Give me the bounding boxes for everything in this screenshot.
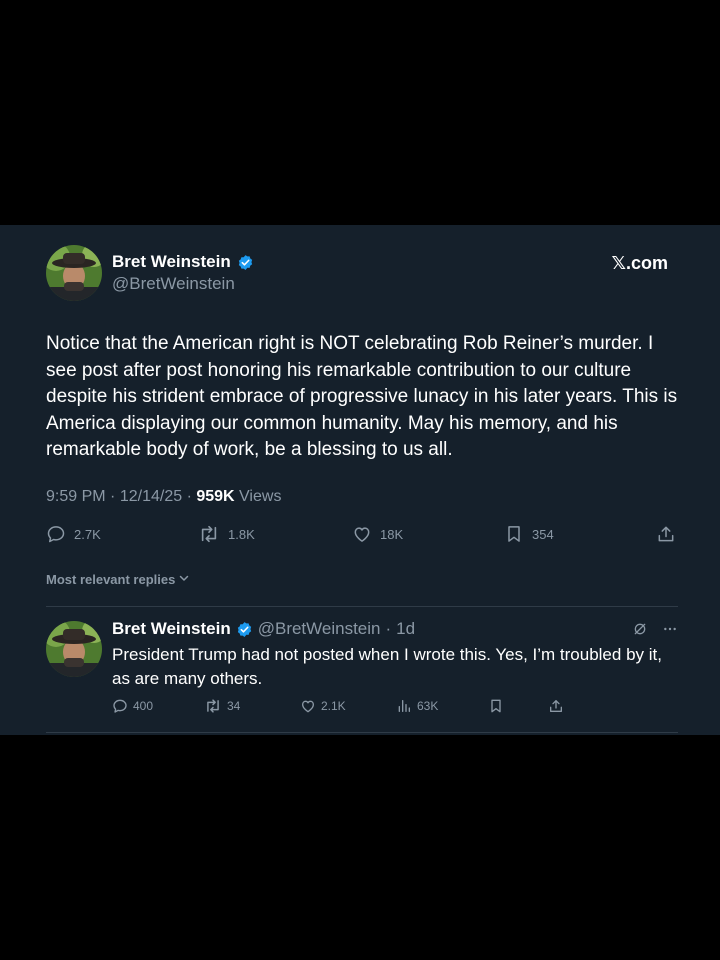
reply-share-button[interactable] [548, 698, 564, 714]
repost-count: 1.8K [228, 526, 255, 542]
reply-views-count: 63K [417, 699, 439, 713]
source-label: 𝕏.com [611, 253, 668, 273]
repost-button[interactable]: 1.8K [198, 524, 255, 544]
repost-icon [198, 524, 220, 544]
verified-badge-icon [237, 254, 254, 271]
reply-bookmark-button[interactable] [488, 698, 504, 714]
meta-separator: · [186, 488, 197, 505]
bookmark-icon [504, 524, 524, 544]
like-count: 18K [380, 526, 404, 542]
reply-repost-count: 34 [227, 699, 241, 713]
reply-age[interactable]: 1d [396, 619, 415, 639]
views-chart-icon [396, 698, 412, 714]
meta-separator: · [385, 619, 392, 638]
share-button[interactable] [656, 524, 676, 544]
post-time[interactable]: 9:59 PM [46, 488, 106, 505]
post-meta: 9:59 PM · 12/14/25 · 959K Views [46, 488, 281, 506]
author-name-row: Bret Weinstein [112, 252, 254, 272]
reply-like-button[interactable]: 2.1K [300, 698, 346, 714]
reply-icon [46, 524, 66, 544]
chevron-down-icon [178, 572, 190, 587]
reply-header: Bret Weinstein @BretWeinstein · 1d [112, 619, 415, 639]
heart-icon [352, 524, 372, 544]
reply-icon [112, 698, 128, 714]
reply-button[interactable]: 2.7K [46, 524, 101, 544]
reply-author-handle[interactable]: @BretWeinstein [258, 619, 381, 639]
reply-tools [632, 621, 678, 642]
share-icon [656, 524, 676, 544]
post-text: Notice that the American right is NOT ce… [46, 333, 678, 460]
divider [46, 606, 678, 607]
repost-icon [204, 698, 222, 714]
meta-separator: · [110, 488, 120, 505]
bookmark-count: 354 [532, 526, 554, 542]
views-count: 959K [196, 488, 235, 505]
author-name[interactable]: Bret Weinstein [112, 252, 231, 272]
author-avatar[interactable] [46, 245, 102, 301]
author-handle[interactable]: @BretWeinstein [112, 274, 235, 294]
post-card: Bret Weinstein @BretWeinstein 𝕏.com Noti… [0, 225, 720, 735]
replies-sort-label: Most relevant replies [46, 572, 176, 587]
post-date[interactable]: 12/14/25 [120, 488, 182, 505]
reply-text: President Trump had not posted when I wr… [112, 645, 662, 688]
share-icon [548, 698, 564, 714]
reply-repost-button[interactable]: 34 [204, 698, 240, 714]
bookmark-icon [488, 698, 504, 714]
divider [46, 732, 678, 733]
heart-icon [300, 698, 316, 714]
reply-author-name[interactable]: Bret Weinstein [112, 619, 231, 639]
post-actions: 2.7K 1.8K 18K 354 [46, 524, 678, 548]
verified-badge-icon [236, 621, 253, 638]
more-icon[interactable] [662, 621, 678, 642]
views-label: Views [239, 488, 282, 505]
replies-sort-dropdown[interactable]: Most relevant replies [46, 572, 190, 587]
reply-views-button[interactable]: 63K [396, 698, 438, 714]
like-button[interactable]: 18K [352, 524, 403, 544]
reply-count: 2.7K [74, 526, 101, 542]
grok-icon[interactable] [632, 621, 648, 642]
reply-author-avatar[interactable] [46, 621, 102, 677]
reply-like-count: 2.1K [321, 699, 346, 713]
reply-reply-button[interactable]: 400 [112, 698, 153, 714]
reply-actions: 400 34 2.1K 63K [112, 698, 572, 718]
bookmark-button[interactable]: 354 [504, 524, 554, 544]
reply-reply-count: 400 [133, 699, 154, 713]
